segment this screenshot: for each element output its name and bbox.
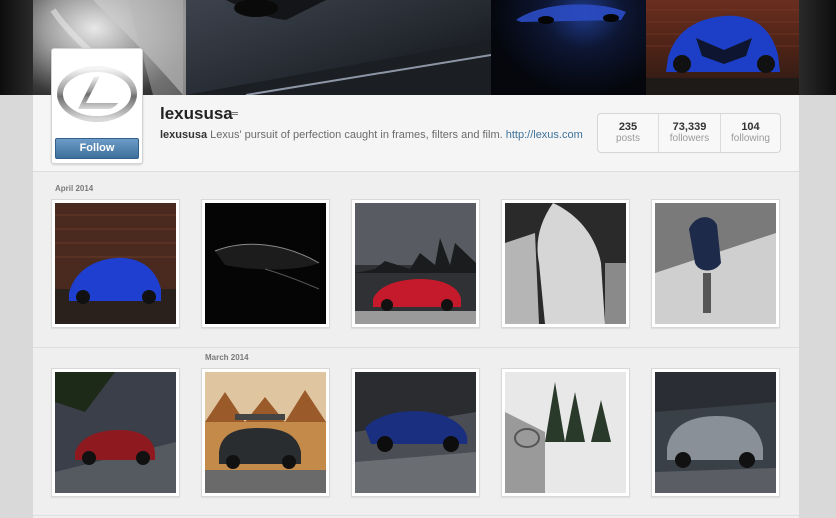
avatar[interactable]	[56, 53, 138, 133]
lexus-logo-icon	[57, 66, 137, 122]
banner-photo-car-side	[186, 0, 491, 95]
stat-posts-value: 235	[618, 121, 638, 133]
month-label-april: April 2014	[55, 184, 94, 193]
bio-username: lexususa	[160, 129, 208, 141]
profile-header: Follow lexususa lexususa Lexus' pursuit …	[33, 48, 799, 172]
profile-bio: lexususa Lexus' pursuit of perfection ca…	[160, 129, 583, 141]
photo-thumbnail[interactable]	[51, 199, 180, 328]
bio-link[interactable]: http://lexus.com	[506, 129, 583, 141]
profile-panel: Follow lexususa lexususa Lexus' pursuit …	[33, 48, 799, 518]
month-label-march: March 2014	[205, 353, 249, 362]
photo-thumbnail[interactable]	[201, 199, 330, 328]
banner-photo-blue-car-brick	[646, 0, 799, 95]
banner-photo-blue-car	[491, 0, 646, 95]
photo-thumbnail[interactable]	[501, 368, 630, 497]
photo-thumbnail[interactable]	[501, 199, 630, 328]
photo-thumbnail[interactable]	[651, 199, 780, 328]
section-divider	[33, 515, 799, 516]
photo-thumbnail[interactable]	[51, 368, 180, 497]
stat-followers-label: followers	[669, 133, 710, 144]
stat-following-value: 104	[741, 121, 760, 133]
stat-following[interactable]: 104 following	[721, 114, 780, 152]
banner-edge-left	[0, 0, 33, 95]
stat-followers[interactable]: 73,339 followers	[659, 114, 721, 152]
follow-button[interactable]: Follow	[55, 138, 139, 159]
bio-text: Lexus' pursuit of perfection caught in f…	[207, 129, 506, 141]
stat-posts-label: posts	[616, 133, 640, 144]
avatar-card: Follow	[51, 48, 143, 164]
photo-thumbnail[interactable]	[351, 368, 480, 497]
photo-thumbnail[interactable]	[351, 199, 480, 328]
stat-followers-value: 73,339	[672, 121, 707, 133]
profile-stats: 235 posts 73,339 followers 104 following	[597, 113, 781, 153]
stat-posts[interactable]: 235 posts	[598, 114, 659, 152]
photo-thumbnail[interactable]	[651, 368, 780, 497]
section-divider	[33, 347, 799, 348]
photo-thumbnail[interactable]	[201, 368, 330, 497]
options-menu-icon[interactable]	[232, 112, 238, 117]
stat-following-label: following	[731, 133, 770, 144]
banner-edge-right	[799, 0, 836, 95]
profile-username[interactable]: lexususa	[160, 104, 233, 124]
